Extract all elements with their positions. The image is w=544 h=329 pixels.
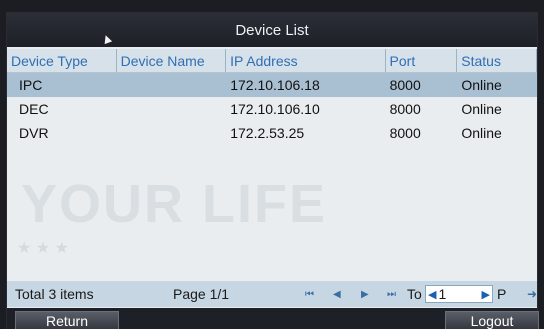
table-row[interactable]: IPC 172.10.106.18 8000 Online — [7, 73, 537, 97]
go-arrow-icon[interactable]: ➜ — [527, 287, 537, 301]
next-page-icon[interactable]: ▶ — [361, 289, 369, 300]
page-number-input[interactable]: ◀ 1 ▶ — [425, 285, 493, 303]
page-indicator: Page 1/1 — [173, 286, 230, 302]
cell-port: 8000 — [389, 77, 421, 93]
device-list-window: Device List Device Type Device Name IP A… — [6, 12, 539, 329]
last-page-icon[interactable]: ⏭ — [387, 289, 396, 300]
watermark-stars-icon: ★ ★ ★ — [17, 240, 69, 257]
column-header-device-name[interactable]: Device Name — [117, 49, 227, 72]
logout-button[interactable]: Logout — [445, 311, 539, 329]
cell-status: Online — [461, 77, 502, 93]
page-unit-label: P — [497, 286, 507, 302]
column-header-device-type[interactable]: Device Type — [7, 49, 117, 72]
column-header-port[interactable]: Port — [386, 49, 458, 72]
cell-ip-address: 172.2.53.25 — [230, 125, 305, 141]
cell-device-type: IPC — [19, 77, 43, 93]
column-header-status[interactable]: Status — [457, 49, 537, 72]
to-page-label: To — [407, 286, 422, 302]
cell-status: Online — [461, 101, 502, 117]
return-button[interactable]: Return — [15, 311, 119, 329]
increment-arrow-icon[interactable]: ▶ — [482, 288, 490, 301]
cell-status: Online — [461, 125, 502, 141]
cell-ip-address: 172.10.106.10 — [230, 101, 320, 117]
column-header-ip-address[interactable]: IP Address — [226, 49, 386, 72]
first-page-icon[interactable]: ⏮ — [305, 289, 314, 300]
pagination-bar: Total 3 items Page 1/1 ⏮ ◀ ▶ ⏭ To ◀ 1 ▶ … — [7, 281, 537, 307]
cell-port: 8000 — [389, 101, 421, 117]
table-row[interactable]: DEC 172.10.106.10 8000 Online — [7, 97, 537, 121]
prev-page-icon[interactable]: ◀ — [333, 289, 341, 300]
total-items-label: Total 3 items — [15, 286, 94, 302]
decrement-arrow-icon[interactable]: ◀ — [428, 288, 436, 301]
bottom-button-bar: Return Logout — [7, 308, 539, 329]
cell-device-type: DVR — [19, 125, 49, 141]
cell-port: 8000 — [389, 125, 421, 141]
device-table: Device Type Device Name IP Address Port … — [7, 49, 537, 145]
page-number-value: 1 — [438, 286, 447, 302]
background-watermark: YOUR LIFE — [21, 174, 328, 234]
table-row[interactable]: DVR 172.2.53.25 8000 Online — [7, 121, 537, 145]
window-titlebar: Device List — [7, 13, 537, 47]
window-title: Device List — [235, 21, 309, 39]
table-header: Device Type Device Name IP Address Port … — [7, 49, 537, 73]
cell-device-type: DEC — [19, 101, 49, 117]
cell-ip-address: 172.10.106.18 — [230, 77, 320, 93]
